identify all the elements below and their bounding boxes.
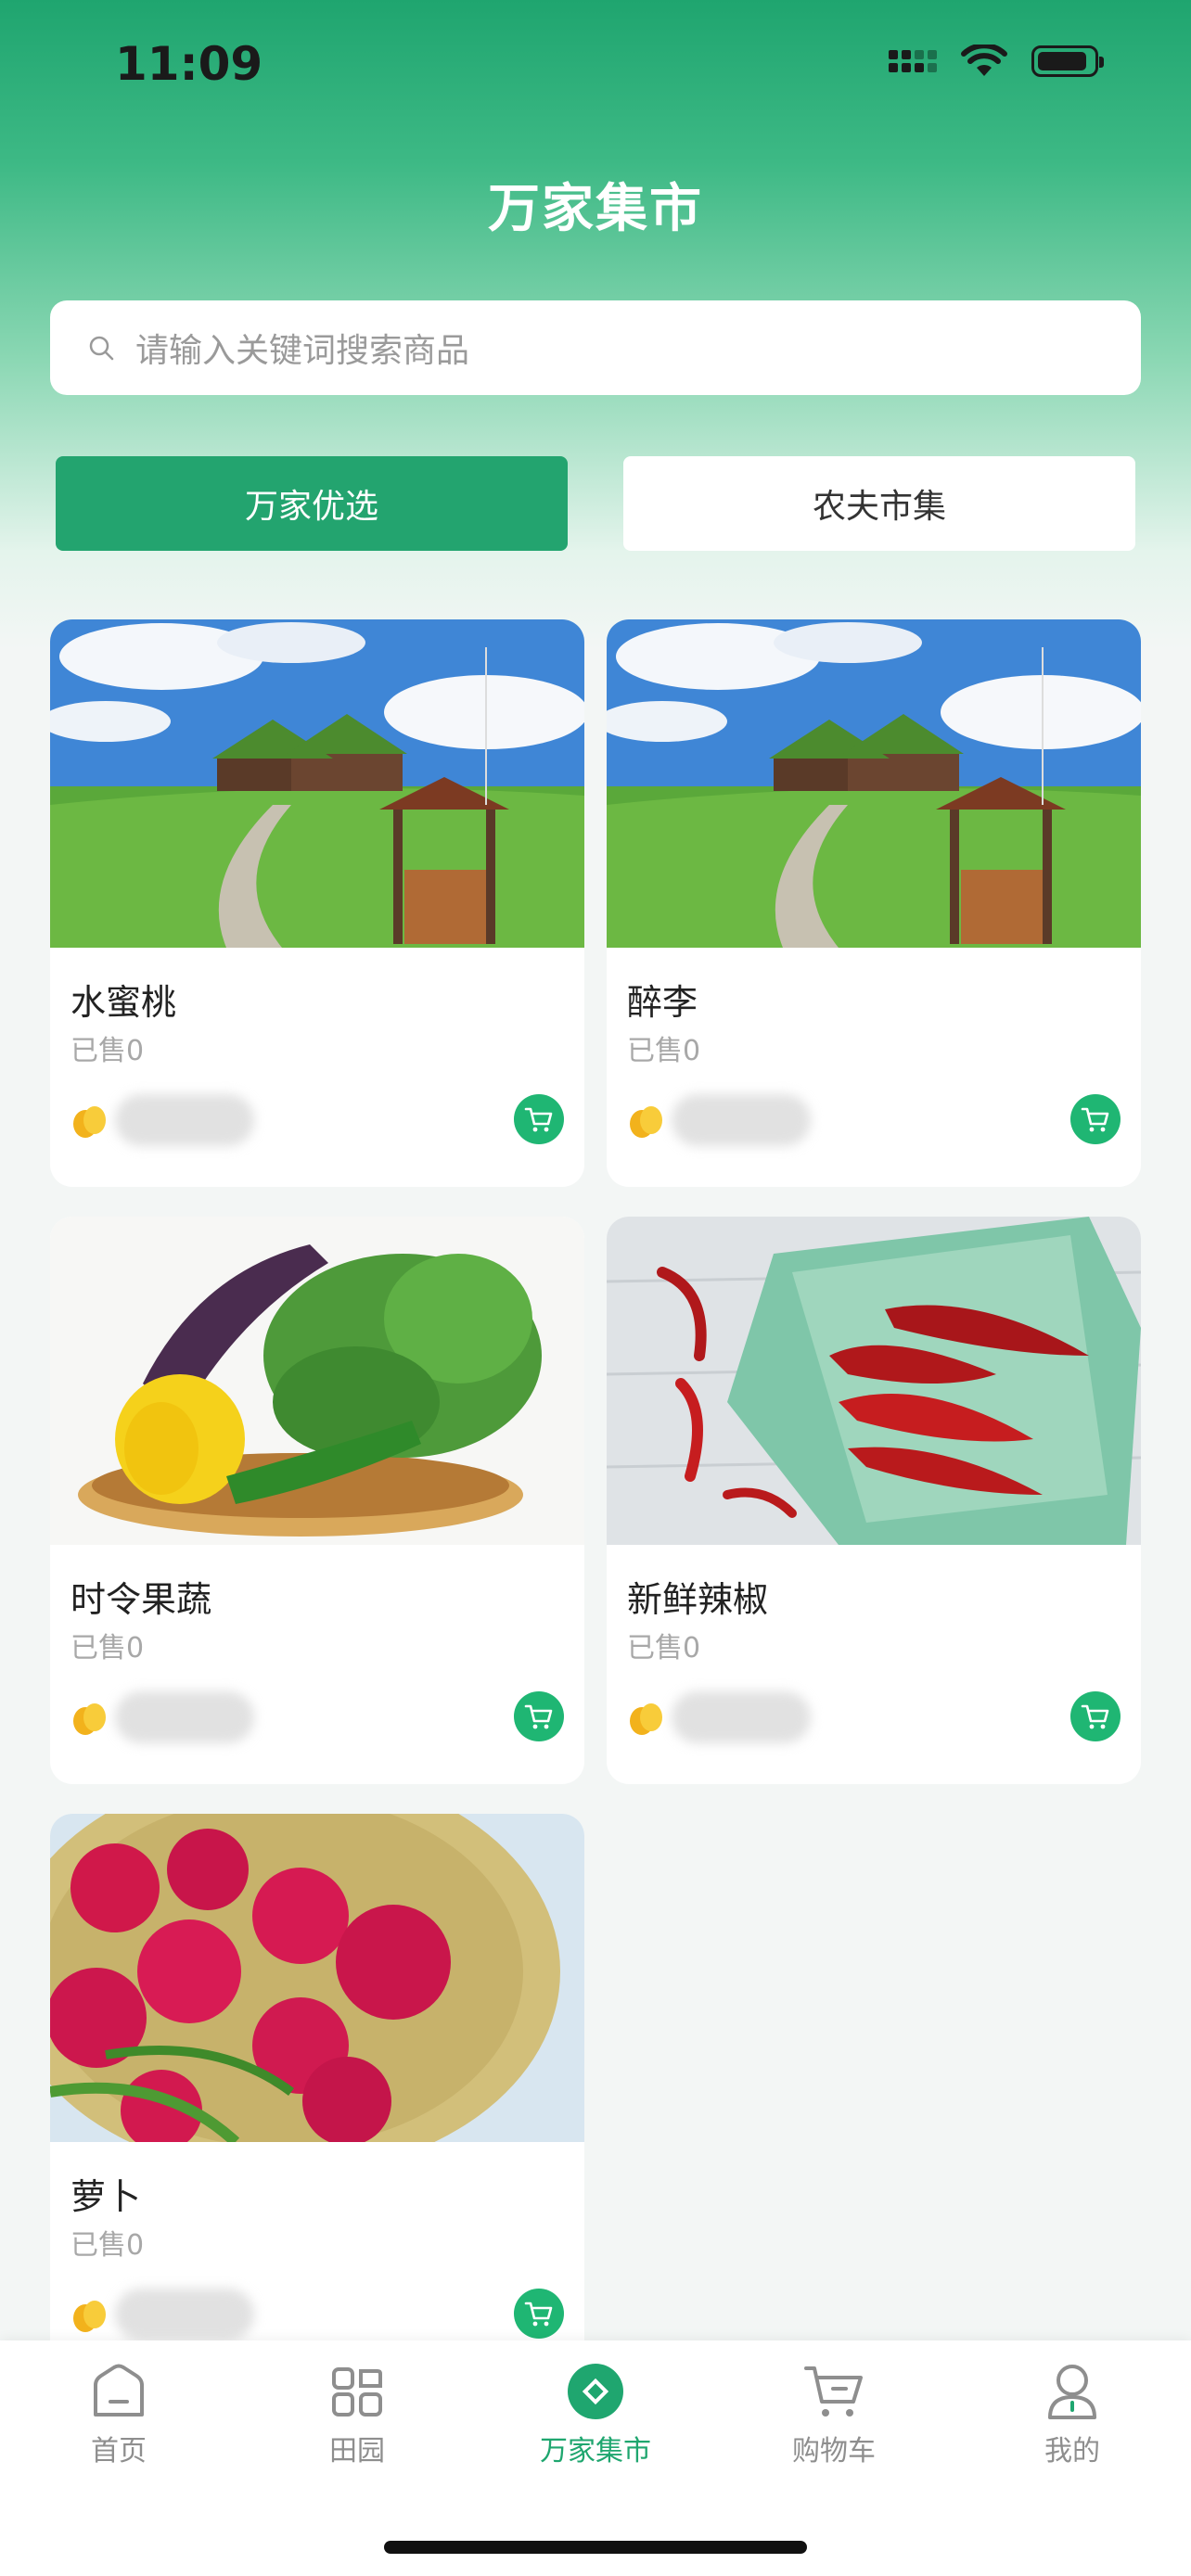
search-input[interactable]: 请输入关键词搜索商品 [50,300,1141,395]
product-card[interactable]: 萝卜 已售0 [50,1814,584,2381]
market-icon [568,2364,623,2419]
coin-icon [630,1703,662,1735]
status-icons [889,45,1104,78]
product-sold-count: 已售0 [70,1035,145,1067]
cart-icon [1081,1704,1109,1729]
tab-label: 田园 [329,2435,385,2468]
user-icon [1048,2365,1096,2419]
price-blurred [115,2289,254,2340]
product-sold-count: 已售0 [627,1632,701,1664]
tab-label: 首页 [91,2435,147,2468]
product-sold-count: 已售0 [70,2229,145,2262]
status-bar: 11:09 [0,0,1191,130]
product-card[interactable]: 时令果蔬 已售0 [50,1217,584,1784]
coin-icon [73,1703,106,1735]
search-icon [89,336,114,361]
add-to-cart-button[interactable] [514,2289,564,2339]
battery-icon [1031,45,1104,77]
product-image [50,1217,584,1545]
tab-tianyuan[interactable]: 田园 [274,2359,441,2468]
add-to-cart-button[interactable] [514,1691,564,1741]
product-card[interactable]: 新鲜辣椒 已售0 [607,1217,1141,1784]
product-name: 新鲜辣椒 [627,1579,769,1620]
tab-cart[interactable]: 购物车 [750,2359,917,2468]
tab-label: 我的 [1044,2435,1100,2468]
product-card[interactable]: 醉李 已售0 [607,619,1141,1187]
add-to-cart-button[interactable] [1070,1691,1121,1741]
product-card[interactable]: 水蜜桃 已售0 [50,619,584,1187]
tab-label: 万家集市 [540,2435,651,2468]
cart-icon [804,2366,863,2417]
cart-icon [524,2302,553,2327]
product-image [607,619,1141,948]
product-name: 醉李 [627,982,698,1023]
tab-home[interactable]: 首页 [35,2359,202,2468]
tab-mine[interactable]: 我的 [989,2359,1156,2468]
product-image [50,1814,584,2142]
tab-wanjia-market[interactable]: 万家集市 [512,2359,679,2468]
product-name: 水蜜桃 [70,982,177,1023]
home-indicator [384,2541,807,2554]
product-sold-count: 已售0 [627,1035,701,1067]
price-blurred [115,1691,254,1743]
cart-icon [1081,1107,1109,1132]
price-blurred [115,1094,254,1146]
home-icon [94,2364,144,2417]
product-sold-count: 已售0 [70,1632,145,1664]
cellular-signal-icon [889,50,937,72]
status-time: 11:09 [115,37,263,91]
tab-wanjia-youxuan[interactable]: 万家优选 [56,456,568,551]
cart-icon [524,1107,553,1132]
coin-icon [73,2301,106,2332]
coin-icon [630,1106,662,1138]
wifi-icon [961,45,1007,76]
product-name: 萝卜 [70,2176,142,2217]
product-image [607,1217,1141,1545]
page-title: 万家集市 [488,179,703,239]
price-blurred [672,1691,811,1743]
add-to-cart-button[interactable] [1070,1094,1121,1144]
price-blurred [672,1094,811,1146]
search-placeholder: 请输入关键词搜索商品 [135,332,470,370]
tab-nongfu-shiji[interactable]: 农夫市集 [623,456,1135,551]
cart-icon [524,1704,553,1729]
coin-icon [73,1106,106,1138]
product-image [50,619,584,948]
grid-icon [332,2367,382,2417]
tab-label: 购物车 [792,2435,876,2468]
product-name: 时令果蔬 [70,1579,212,1620]
add-to-cart-button[interactable] [514,1094,564,1144]
